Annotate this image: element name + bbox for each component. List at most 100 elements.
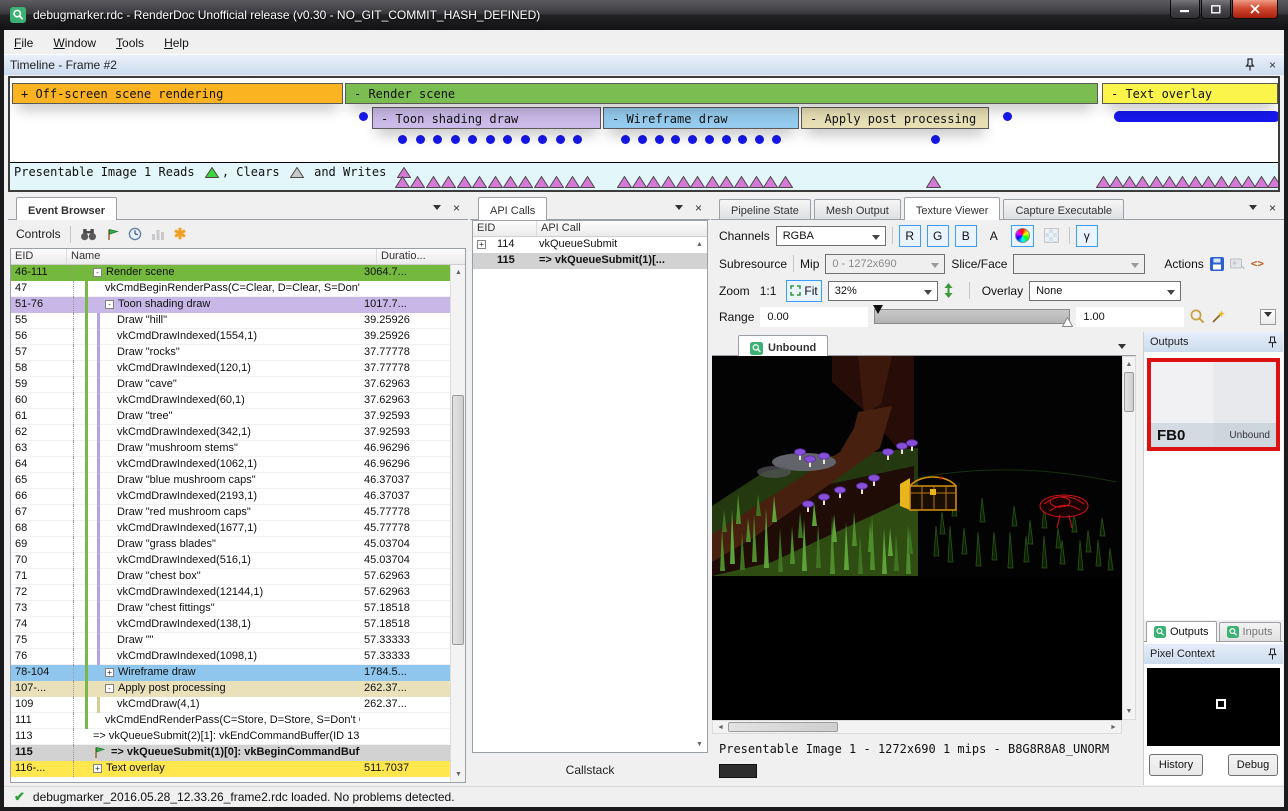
table-row[interactable]: 46-111-Render scene3064.7... — [11, 265, 450, 281]
timeline-dock-header[interactable]: Timeline - Frame #2 × — [4, 54, 1284, 75]
table-row[interactable]: 116-...+Text overlay511.7037 — [11, 761, 450, 777]
timeline-section[interactable]: - Render scene — [345, 83, 1098, 104]
scrollbar-thumb[interactable] — [452, 395, 464, 645]
timeline-panel[interactable]: - Apply post processing- Wireframe draw -… — [8, 76, 1280, 192]
scroll-down-icon[interactable]: ▼ — [692, 737, 707, 752]
table-row[interactable]: 68vkCmdDrawIndexed(1677,1)45.77778 — [11, 521, 450, 537]
table-row[interactable]: 64vkCmdDrawIndexed(1062,1)46.96296 — [11, 457, 450, 473]
menu-tools[interactable]: Tools — [106, 33, 154, 53]
texture-list-dropdown-icon[interactable] — [1118, 344, 1126, 353]
tab-event-browser[interactable]: Event Browser — [16, 197, 117, 220]
table-row[interactable]: 56vkCmdDrawIndexed(1554,1)39.25926 — [11, 329, 450, 345]
table-row[interactable]: 60vkCmdDrawIndexed(60,1)37.62963 — [11, 393, 450, 409]
debug-button[interactable]: Debug — [1228, 754, 1278, 776]
pin-icon[interactable] — [1245, 58, 1255, 71]
table-row[interactable]: 107-...-Apply post processing262.37... — [11, 681, 450, 697]
outputs-dock-header[interactable]: Outputs — [1144, 332, 1283, 352]
texture-display[interactable] — [712, 356, 1122, 720]
table-row[interactable]: 67Draw "red mushroom caps"45.77778 — [11, 505, 450, 521]
title-bar[interactable]: debugmarker.rdc - RenderDoc Unofficial r… — [0, 0, 1288, 30]
scroll-up-icon[interactable]: ▲ — [451, 265, 466, 280]
gamma-button[interactable]: γ — [1076, 225, 1098, 247]
menu-file[interactable]: File — [4, 33, 43, 53]
scrollbar-thumb[interactable] — [728, 722, 838, 732]
tab-api-calls[interactable]: API Calls — [478, 197, 547, 220]
table-row[interactable]: 63Draw "mushroom stems"46.96296 — [11, 441, 450, 457]
scroll-right-icon[interactable]: ► — [1106, 720, 1121, 735]
tab-mesh-output[interactable]: Mesh Output — [814, 199, 901, 219]
range-min-field[interactable]: 0.00 — [760, 307, 868, 327]
channel-g-button[interactable]: G — [927, 225, 949, 247]
panel-menu-icon[interactable] — [433, 205, 441, 214]
tab-inputs[interactable]: Inputs — [1219, 622, 1281, 641]
autofit-wand-icon[interactable] — [1211, 309, 1226, 324]
panel-menu-icon[interactable] — [1249, 205, 1257, 214]
pin-icon[interactable] — [1268, 648, 1277, 660]
tab-pipeline-state[interactable]: Pipeline State — [719, 199, 811, 219]
timeline-subsection[interactable]: - Wireframe draw — [603, 107, 799, 129]
table-row[interactable]: 65Draw "blue mushroom caps"46.37037 — [11, 473, 450, 489]
sliceface-select[interactable] — [1013, 254, 1145, 274]
tab-outputs[interactable]: Outputs — [1146, 621, 1217, 642]
timeline-section[interactable]: - Text overlay — [1102, 83, 1278, 104]
scroll-up-icon[interactable]: ▲ — [1123, 357, 1135, 372]
fit-button[interactable]: Fit — [786, 280, 821, 302]
panel-menu-icon[interactable] — [675, 205, 683, 214]
col-eid[interactable]: EID — [473, 221, 537, 236]
zoom-1to1-button[interactable]: 1:1 — [756, 280, 781, 302]
scroll-left-icon[interactable]: ◄ — [713, 720, 728, 735]
range-options-icon[interactable] — [1260, 309, 1276, 325]
custom-display-button[interactable] — [1011, 225, 1034, 247]
table-row[interactable]: 115=> vkQueueSubmit(1)[... — [473, 253, 707, 269]
table-row[interactable]: 66vkCmdDrawIndexed(2193,1)46.37037 — [11, 489, 450, 505]
range-black-handle[interactable] — [873, 305, 883, 318]
timeline-subsection[interactable]: - Apply post processing — [801, 107, 989, 129]
table-row[interactable]: 73Draw "chest fittings"57.18518 — [11, 601, 450, 617]
event-table-header[interactable]: EID Name Duratio... — [11, 249, 465, 265]
table-row[interactable]: 72vkCmdDrawIndexed(12144,1)57.62963 — [11, 585, 450, 601]
table-row[interactable]: +114vkQueueSubmit — [473, 237, 707, 253]
range-max-field[interactable]: 1.00 — [1076, 307, 1184, 327]
table-row[interactable]: 55Draw "hill"39.25926 — [11, 313, 450, 329]
table-row[interactable]: 51-76-Toon shading draw1017.7... — [11, 297, 450, 313]
table-row[interactable]: 75Draw ""57.33333 — [11, 633, 450, 649]
close-icon[interactable]: × — [1269, 60, 1276, 70]
close-button[interactable] — [1232, 0, 1278, 19]
overlay-select[interactable]: None — [1029, 281, 1181, 301]
col-api-call[interactable]: API Call — [537, 221, 707, 236]
save-icon[interactable] — [1210, 257, 1224, 271]
mip-select[interactable]: 0 - 1272x690 — [825, 254, 945, 274]
table-row[interactable]: 74vkCmdDrawIndexed(138,1)57.18518 — [11, 617, 450, 633]
channels-select[interactable]: RGBA — [776, 226, 886, 246]
menu-window[interactable]: Window — [43, 33, 106, 53]
table-row[interactable]: 71Draw "chest box"57.62963 — [11, 569, 450, 585]
table-row[interactable]: 78-104+Wireframe draw1784.5... — [11, 665, 450, 681]
texture-vscrollbar[interactable]: ▲ ▼ — [1122, 356, 1136, 720]
close-icon[interactable]: × — [453, 203, 460, 213]
scroll-down-icon[interactable]: ▼ — [451, 767, 466, 782]
api-table-header[interactable]: EID API Call — [473, 221, 707, 237]
col-duration[interactable]: Duratio... — [377, 249, 465, 264]
range-slider[interactable] — [874, 309, 1070, 324]
expand-icon[interactable]: + — [105, 668, 114, 677]
col-name[interactable]: Name — [67, 249, 377, 264]
range-white-handle[interactable] — [1062, 317, 1073, 327]
table-row[interactable]: 115=> vkQueueSubmit(1)[0]: vkBeginComman… — [11, 745, 450, 761]
close-icon[interactable]: × — [695, 203, 702, 213]
pixel-context-header[interactable]: Pixel Context — [1144, 644, 1283, 664]
table-row[interactable]: 62vkCmdDrawIndexed(342,1)37.92593 — [11, 425, 450, 441]
collapse-icon[interactable]: - — [105, 684, 114, 693]
event-browser-scrollbar[interactable]: ▲ ▼ — [450, 265, 465, 782]
minimize-button[interactable] — [1170, 0, 1200, 19]
fit-height-icon[interactable] — [944, 283, 953, 298]
table-row[interactable]: 109vkCmdDraw(4,1)262.37... — [11, 697, 450, 713]
col-eid[interactable]: EID — [11, 249, 67, 264]
timeline-canvas[interactable]: - Apply post processing- Wireframe draw -… — [10, 78, 1278, 190]
fb0-thumbnail[interactable]: FB0 Unbound — [1147, 358, 1280, 451]
custom-action-icon[interactable]: ✱ — [174, 225, 187, 243]
pixel-context-view[interactable] — [1147, 668, 1280, 746]
table-row[interactable]: 111vkCmdEndRenderPass(C=Store, D=Store, … — [11, 713, 450, 729]
table-row[interactable]: 70vkCmdDrawIndexed(516,1)45.03704 — [11, 553, 450, 569]
autofit-magnifier-icon[interactable] — [1190, 309, 1205, 324]
timeline-section[interactable]: + Off-screen scene rendering — [12, 83, 343, 104]
